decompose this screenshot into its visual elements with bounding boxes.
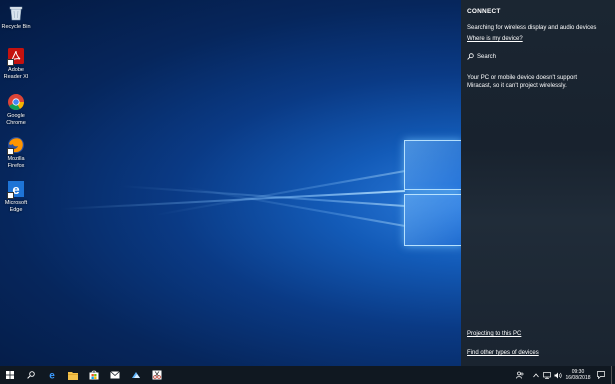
taskbar-store-button[interactable] [84, 366, 104, 384]
google-chrome-shortcut[interactable]: Google Chrome [0, 93, 32, 126]
people-icon [516, 371, 524, 379]
notifications-icon [597, 371, 605, 379]
clock-button[interactable]: 09:30 16/08/2018 [562, 369, 594, 381]
microsoft-edge-label: Microsoft Edge [4, 200, 28, 213]
search-devices-button[interactable]: Search [467, 53, 496, 60]
mail-icon [110, 371, 120, 379]
projecting-to-this-pc-link[interactable]: Projecting to this PC [467, 331, 521, 337]
mozilla-firefox-shortcut[interactable]: Mozilla Firefox [0, 136, 32, 169]
adobe-reader-icon [7, 47, 25, 66]
wallpaper-windows-logo [404, 140, 464, 246]
shortcut-arrow-icon [7, 59, 14, 66]
network-icon [543, 371, 551, 379]
taskbar: e 09:30 16/08/2018 [0, 366, 615, 384]
connect-status-text: Searching for wireless display and audio… [467, 25, 597, 31]
edge-icon: e [49, 371, 55, 381]
shortcut-arrow-icon [7, 192, 14, 199]
shortcut-arrow-icon [7, 148, 14, 155]
people-button[interactable] [512, 366, 528, 384]
action-center-button[interactable] [594, 366, 608, 384]
recycle-bin-label: Recycle Bin [1, 24, 31, 30]
photos-icon [132, 372, 140, 378]
taskbar-snipping-tool-button[interactable] [147, 366, 167, 384]
google-chrome-label: Google Chrome [6, 113, 26, 126]
search-icon [467, 53, 474, 60]
taskbar-mail-button[interactable] [105, 366, 125, 384]
adobe-reader-label: Adobe Reader XI [3, 67, 29, 80]
start-button[interactable] [0, 366, 20, 384]
adobe-reader-shortcut[interactable]: Adobe Reader XI [0, 47, 32, 80]
search-icon [27, 371, 35, 379]
taskbar-photos-button[interactable] [126, 366, 146, 384]
store-icon [89, 370, 99, 380]
find-other-devices-link[interactable]: Find other types of devices [467, 350, 539, 356]
clock-date: 16/08/2018 [565, 375, 591, 381]
recycle-bin-icon [7, 4, 25, 22]
file-explorer-icon [68, 371, 78, 380]
mozilla-firefox-label: Mozilla Firefox [7, 156, 25, 169]
search-devices-label: Search [477, 53, 497, 60]
taskbar-edge-button[interactable]: e [42, 366, 62, 384]
mozilla-firefox-icon [7, 136, 25, 155]
where-is-my-device-link[interactable]: Where is my device? [467, 36, 523, 42]
microsoft-edge-shortcut[interactable]: e Microsoft Edge [0, 180, 32, 213]
connect-title: CONNECT [467, 8, 501, 15]
microsoft-edge-icon: e [7, 180, 25, 199]
svg-text:e: e [49, 371, 55, 381]
volume-icon [554, 372, 562, 378]
snipping-tool-icon [152, 370, 162, 380]
taskbar-search-button[interactable] [21, 366, 41, 384]
show-desktop-button[interactable] [611, 366, 615, 384]
google-chrome-icon [7, 93, 25, 111]
connect-panel: CONNECT Searching for wireless display a… [461, 0, 615, 366]
chevron-up-icon [533, 372, 539, 377]
start-icon [6, 371, 14, 379]
recycle-bin-shortcut[interactable]: Recycle Bin [0, 4, 32, 31]
miracast-message: Your PC or mobile device doesn't support… [467, 75, 577, 89]
taskbar-file-explorer-button[interactable] [63, 366, 83, 384]
